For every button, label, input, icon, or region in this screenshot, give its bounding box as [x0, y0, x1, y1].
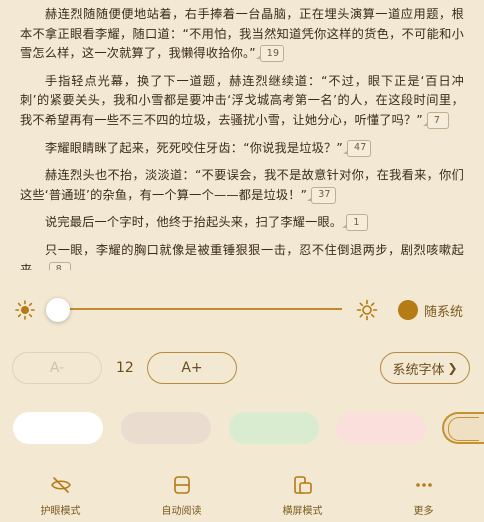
- landscape-mode-button[interactable]: 横屏模式: [253, 466, 353, 522]
- font-size-value: 12: [116, 360, 134, 376]
- font-face-button[interactable]: 系统字体 ❯: [380, 352, 470, 384]
- paragraph-text: 说完最后一个字时，他终于抬起头来，扫了李耀一眼。: [45, 215, 343, 230]
- comment-count-badge[interactable]: 37: [307, 186, 336, 204]
- paragraph: 手指轻点光幕，换了下一道题，赫连烈继续道：“不过，眼下正是‘百日冲刺’的紧要关头…: [20, 72, 464, 131]
- auto-read-label: 自动阅读: [161, 506, 202, 517]
- chevron-right-icon: ❯: [447, 361, 458, 375]
- font-face-label: 系统字体: [392, 362, 445, 378]
- brightness-slider-track[interactable]: [60, 308, 342, 310]
- font-decrease-button[interactable]: A-: [12, 352, 102, 384]
- comment-count-badge[interactable]: 47: [343, 139, 372, 157]
- brightness-slider-thumb[interactable]: [46, 298, 70, 322]
- auto-scroll-icon: [173, 476, 190, 494]
- comment-count-badge[interactable]: 1: [342, 214, 369, 232]
- bottom-toolbar: 护眼模式 自动阅读 横屏模式 更多: [0, 466, 484, 522]
- more-button[interactable]: 更多: [374, 466, 474, 522]
- follow-system-indicator: [398, 300, 418, 320]
- rotate-screen-icon: [293, 476, 312, 494]
- theme-swatch-selected[interactable]: [442, 412, 484, 444]
- paragraph: 李耀眼睛眯了起来，死死咬住牙齿：“你说我是垃圾？” 47: [20, 139, 464, 159]
- comment-count-badge[interactable]: 8: [48, 261, 71, 270]
- follow-system-label: 随系统: [424, 304, 464, 320]
- paragraph: 只一眼，李耀的胸口就像是被重锤狠狠一击，忍不住倒退两步，剧烈咳嗽起来。 8: [20, 241, 464, 270]
- theme-swatch-white[interactable]: [13, 412, 103, 444]
- follow-system-toggle[interactable]: 随系统: [398, 298, 463, 322]
- theme-swatch-green[interactable]: [229, 412, 319, 444]
- eye-care-mode-button[interactable]: 护眼模式: [11, 466, 111, 522]
- more-dots-icon: [415, 483, 432, 487]
- font-increase-button[interactable]: A+: [147, 352, 237, 384]
- paragraph: 说完最后一个字时，他终于抬起头来，扫了李耀一眼。 1: [20, 213, 464, 233]
- theme-swatch-beige[interactable]: [121, 412, 211, 444]
- paragraph-text: 李耀眼睛眯了起来，死死咬住牙齿：“你说我是垃圾？”: [45, 140, 343, 155]
- paragraph: 赫连烈头也不抬，淡淡道：“不要误会，我不是故意针对你，在我看来，你们这些‘普通班…: [20, 166, 464, 205]
- comment-count-badge[interactable]: 19: [255, 45, 285, 63]
- landscape-mode-label: 横屏模式: [282, 506, 323, 517]
- paragraph-text: 只一眼，李耀的胸口就像是被重锤狠狠一击，忍不住倒退两步，剧烈咳嗽起来。: [20, 242, 464, 270]
- brightness-low-icon: [15, 300, 35, 320]
- reading-settings-panel: 随系统 A- 12 A+ 系统字体 ❯ 护眼模式 自动阅读 横屏模式 更多: [0, 270, 484, 522]
- paragraph-text: 赫连烈头也不抬，淡淡道：“不要误会，我不是故意针对你，在我看来，你们这些‘普通班…: [20, 168, 464, 202]
- eye-care-mode-label: 护眼模式: [40, 506, 81, 517]
- brightness-high-icon: [356, 299, 378, 321]
- paragraph-text: 手指轻点光幕，换了下一道题，赫连烈继续道：“不过，眼下正是‘百日冲刺’的紧要关头…: [20, 73, 464, 127]
- theme-swatch-pink[interactable]: [336, 412, 426, 444]
- paragraph-text: 赫连烈随随便便地站着，右手捧着一台晶脑，正在埋头演算一道应用题，根本不拿正眼看李…: [20, 7, 464, 61]
- auto-read-button[interactable]: 自动阅读: [132, 466, 232, 522]
- eye-off-icon: [50, 477, 71, 493]
- more-label: 更多: [413, 506, 434, 517]
- paragraph: 赫连烈随随便便地站着，右手捧着一台晶脑，正在埋头演算一道应用题，根本不拿正眼看李…: [20, 5, 464, 64]
- reading-area[interactable]: 赫连烈随随便便地站着，右手捧着一台晶脑，正在埋头演算一道应用题，根本不拿正眼看李…: [0, 0, 484, 270]
- comment-count-badge[interactable]: 7: [422, 111, 449, 129]
